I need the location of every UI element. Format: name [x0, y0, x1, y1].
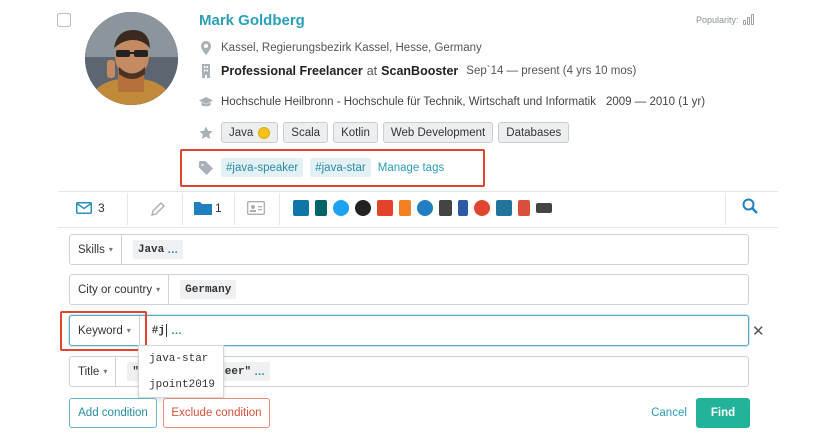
bitbucket-icon[interactable]: [458, 200, 468, 216]
xing-icon[interactable]: [315, 200, 327, 216]
exclude-condition-button[interactable]: Exclude condition: [163, 398, 270, 428]
messages-button[interactable]: 3: [76, 201, 105, 215]
skill-chip-scala[interactable]: Scala: [283, 122, 329, 143]
search-zoom-icon: [742, 198, 758, 214]
caret-down-icon: ▾: [156, 285, 161, 294]
location-text: Kassel, Regierungsbezirk Kassel, Hesse, …: [221, 42, 482, 54]
filter-title-select[interactable]: Title ▾: [70, 357, 117, 386]
school-name: Hochschule Heilbronn - Hochschule für Te…: [221, 96, 596, 108]
popularity-label: Popularity:: [696, 15, 739, 25]
folders-button[interactable]: 1: [194, 201, 222, 215]
social-links: [293, 200, 552, 216]
caret-down-icon: ▾: [108, 245, 113, 254]
more-icon: …: [167, 243, 179, 256]
tag-icon: [199, 160, 213, 175]
folders-count: 1: [215, 201, 222, 215]
popularity-indicator: Popularity:: [696, 14, 754, 25]
education-row: Hochschule Heilbronn - Hochschule für Te…: [199, 95, 705, 109]
find-button[interactable]: Find: [696, 398, 750, 428]
filter-skills: Skills ▾ Java…: [69, 234, 749, 265]
skill-chip-kotlin[interactable]: Kotlin: [333, 122, 378, 143]
skill-chip-web-development[interactable]: Web Development: [382, 122, 494, 143]
folder-icon: [194, 202, 212, 215]
skill-chip-databases[interactable]: Databases: [498, 122, 570, 143]
red-round-icon[interactable]: [474, 200, 490, 216]
edit-button[interactable]: [150, 201, 166, 217]
avatar: [85, 12, 178, 105]
gitlab-icon[interactable]: [377, 200, 393, 216]
text-cursor: [165, 324, 167, 337]
keyword-autocomplete: java-star jpoint2019: [138, 345, 224, 398]
job-at: at: [366, 64, 378, 78]
search-zoom-button[interactable]: [742, 198, 758, 214]
skill-chip-java[interactable]: Java: [221, 122, 279, 143]
more-icon: …: [170, 324, 182, 337]
filter-city-value[interactable]: Germany: [180, 280, 237, 299]
toolbar-divider-top: [58, 191, 778, 192]
star-icon: [199, 126, 213, 140]
stackoverflow-icon[interactable]: [399, 200, 411, 216]
candidate-name[interactable]: Mark Goldberg: [199, 12, 305, 29]
pencil-icon: [151, 202, 165, 216]
filter-city-select[interactable]: City or country ▾: [70, 275, 170, 304]
twitter-icon[interactable]: [333, 200, 349, 216]
tags-row: #java-speaker #java-star Manage tags: [199, 158, 444, 177]
linkedin-icon[interactable]: [293, 200, 309, 216]
tag-java-star[interactable]: #java-star: [310, 158, 371, 177]
mail-icon: [76, 202, 92, 214]
bars-icon[interactable]: [439, 200, 452, 216]
filter-skills-select[interactable]: Skills ▾: [70, 235, 122, 264]
skills-row: Java Scala Kotlin Web Development Databa…: [199, 122, 574, 143]
job-dates: Sep`14 — present (4 yrs 10 mos): [466, 65, 637, 77]
job-title: Professional Freelancer: [221, 64, 363, 78]
add-condition-button[interactable]: Add condition: [69, 398, 157, 428]
company-name[interactable]: ScanBooster: [381, 64, 458, 78]
keyword-highlight-box: [60, 311, 147, 351]
toolbar-divider-bottom: [58, 227, 778, 228]
autocomplete-option[interactable]: java-star: [139, 346, 223, 372]
location-pin-icon: [199, 41, 213, 55]
graduation-cap-icon: [199, 95, 213, 109]
messages-count: 3: [98, 201, 105, 215]
clear-keyword-icon[interactable]: ✕: [752, 322, 765, 340]
power-icon[interactable]: [417, 200, 433, 216]
building-icon: [199, 64, 213, 78]
filter-skills-value[interactable]: Java…: [132, 240, 184, 259]
select-candidate-checkbox[interactable]: [57, 13, 71, 27]
keyword-input[interactable]: #j…: [152, 321, 187, 340]
autocomplete-option[interactable]: jpoint2019: [139, 372, 223, 398]
contact-card-button[interactable]: [247, 201, 265, 215]
more-icon: …: [254, 365, 266, 378]
manage-tags-link[interactable]: Manage tags: [378, 162, 445, 174]
caret-down-icon: ▾: [103, 367, 108, 376]
filter-city: City or country ▾ Germany: [69, 274, 749, 305]
location-row: Kassel, Regierungsbezirk Kassel, Hesse, …: [199, 41, 482, 55]
java-badge-icon: [258, 126, 271, 139]
wordpress-icon[interactable]: [496, 200, 512, 216]
popularity-bars-icon: [742, 14, 754, 25]
link-icon[interactable]: [536, 203, 552, 213]
job-row: Professional Freelancer at ScanBooster S…: [199, 64, 636, 78]
filter-keyword: Keyword ▾ #j…: [69, 315, 749, 346]
education-dates: 2009 — 2010 (1 yr): [605, 96, 706, 108]
cancel-button[interactable]: Cancel: [644, 398, 694, 428]
contact-card-icon: [247, 201, 265, 215]
tag-java-speaker[interactable]: #java-speaker: [221, 158, 304, 177]
github-icon[interactable]: [355, 200, 371, 216]
bookmark-icon[interactable]: [518, 200, 530, 216]
